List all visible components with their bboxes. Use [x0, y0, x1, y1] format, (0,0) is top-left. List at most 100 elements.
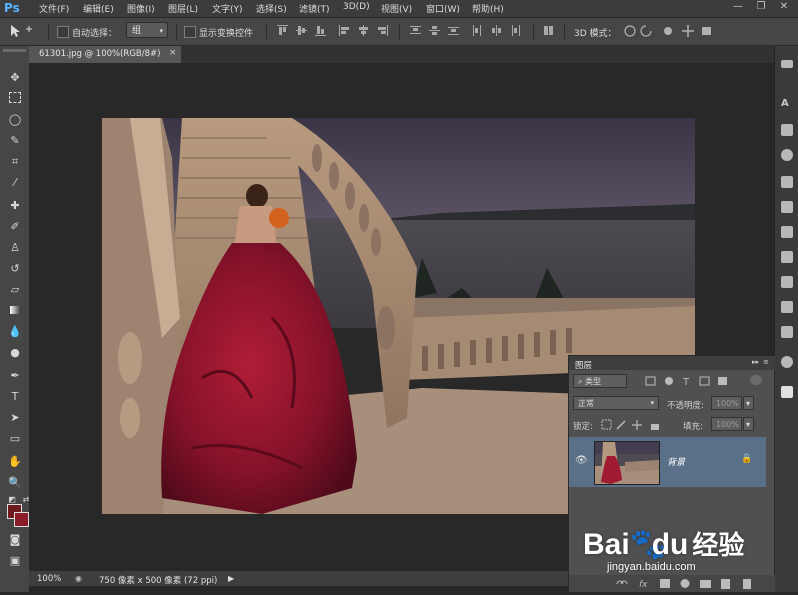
close-tab-icon[interactable]: ×: [169, 48, 177, 58]
styles-panel-icon[interactable]: [781, 326, 793, 338]
layers-panel-icon[interactable]: [781, 386, 793, 398]
shape-tool-icon[interactable]: ▭: [8, 432, 22, 446]
baidu-logo: Bai🐾du 经验: [583, 525, 744, 562]
collapse-panel-icon[interactable]: ▸▸: [752, 358, 759, 366]
dock-grip-icon: [781, 60, 793, 68]
menu-window[interactable]: 窗口(W): [426, 2, 460, 15]
quick-mask-icon[interactable]: ◙: [8, 533, 22, 547]
blend-mode-dropdown[interactable]: 正常 ▾: [573, 396, 659, 410]
align-bottom-icon[interactable]: [315, 25, 326, 36]
distribute-bottom-icon[interactable]: [448, 25, 459, 36]
panel-menu-icon[interactable]: ≡: [763, 358, 769, 366]
path-selection-tool-icon[interactable]: ➤: [8, 411, 22, 425]
gradient-tool-icon[interactable]: [8, 304, 22, 318]
align-vcenter-icon[interactable]: [296, 25, 307, 36]
menu-image[interactable]: 图像(I): [127, 2, 155, 15]
minimize-button[interactable]: —: [729, 1, 747, 15]
eyedropper-tool-icon[interactable]: ⁄: [8, 176, 22, 190]
type-tool-icon[interactable]: T: [8, 390, 22, 404]
paragraph-panel-icon[interactable]: [781, 124, 793, 136]
color-panel-icon[interactable]: [781, 356, 793, 368]
fill-label: 填充:: [683, 422, 703, 432]
auto-select-checkbox[interactable]: [57, 26, 69, 38]
distribute-hcenter-icon[interactable]: [491, 25, 502, 36]
layer-row[interactable]: 👁 背景 🔒: [569, 437, 766, 487]
distribute-vcenter-icon[interactable]: [429, 25, 440, 36]
menu-3d[interactable]: 3D(D): [343, 2, 370, 12]
distribute-right-icon[interactable]: [510, 25, 521, 36]
distribute-left-icon[interactable]: [472, 25, 483, 36]
menu-filter[interactable]: 滤镜(T): [299, 2, 330, 15]
dodge-tool-icon[interactable]: ●: [8, 346, 22, 360]
menu-select[interactable]: 选择(S): [256, 2, 287, 15]
opacity-label: 不透明度:: [667, 401, 704, 411]
layers-panel-title[interactable]: 图层: [575, 359, 592, 371]
blur-tool-icon[interactable]: 💧: [8, 325, 22, 339]
opacity-arrow[interactable]: ▾: [743, 396, 754, 410]
zoom-level[interactable]: 100%: [37, 574, 61, 584]
brush-panel-icon[interactable]: [781, 176, 793, 188]
properties-panel-icon[interactable]: [781, 226, 793, 238]
filter-toggle-icon[interactable]: [750, 375, 762, 385]
restore-button[interactable]: ❐: [752, 1, 770, 15]
move-tool-icon[interactable]: ✥: [8, 71, 22, 85]
menu-help[interactable]: 帮助(H): [472, 2, 504, 15]
layer-name[interactable]: 背景: [667, 455, 685, 468]
status-info-icon[interactable]: ◉: [75, 574, 82, 583]
auto-align-icon[interactable]: [543, 25, 554, 36]
close-button[interactable]: ✕: [775, 1, 793, 15]
quick-select-tool-icon[interactable]: ✎: [8, 134, 22, 148]
menu-type[interactable]: 文字(Y): [212, 2, 243, 15]
paw-icon: 🐾: [629, 528, 668, 561]
screen-mode-icon[interactable]: ▣: [8, 554, 22, 568]
clone-stamp-tool-icon[interactable]: ♙: [8, 241, 22, 255]
document-tab[interactable]: 61301.jpg @ 100%(RGB/8#) ×: [29, 46, 181, 63]
move-tool-icon[interactable]: [8, 23, 36, 39]
bouquet: [269, 208, 289, 228]
zoom-tool-icon[interactable]: 🔍: [8, 476, 22, 490]
separator: [48, 24, 49, 39]
fill-arrow[interactable]: ▾: [743, 417, 754, 431]
menu-file[interactable]: 文件(F): [39, 2, 69, 15]
menu-edit[interactable]: 编辑(E): [83, 2, 114, 15]
opacity-field[interactable]: 100%: [711, 396, 742, 410]
align-right-icon[interactable]: [377, 25, 388, 36]
align-top-icon[interactable]: [277, 25, 288, 36]
status-bar: 100% ◉ 750 像素 x 500 像素 (72 ppi) ▶: [29, 571, 568, 586]
paths-panel-icon[interactable]: [781, 301, 793, 313]
healing-brush-tool-icon[interactable]: ✚: [8, 199, 22, 213]
eraser-tool-icon[interactable]: ▱: [8, 283, 22, 297]
lock-icons[interactable]: [601, 419, 671, 431]
character-panel-icon[interactable]: A: [781, 98, 793, 110]
fill-field[interactable]: 100%: [711, 417, 742, 431]
layer-filter-dropdown[interactable]: ⌕ 类型: [573, 374, 627, 388]
show-transform-checkbox[interactable]: [184, 26, 196, 38]
brush-tool-icon[interactable]: ✐: [8, 220, 22, 234]
menu-view[interactable]: 视图(V): [381, 2, 412, 15]
menu-layer[interactable]: 图层(L): [168, 2, 198, 15]
background-color-swatch[interactable]: [14, 512, 29, 527]
separator: [533, 24, 534, 39]
align-left-icon[interactable]: [339, 25, 350, 36]
adjustments-panel-icon[interactable]: [781, 251, 793, 263]
auto-select-dropdown[interactable]: 组 ▾: [126, 22, 168, 38]
marquee-tool-icon[interactable]: [8, 92, 22, 106]
info-panel-icon[interactable]: [781, 276, 793, 288]
lock-all-icon: [651, 424, 659, 430]
toolbar-grip: [3, 49, 26, 52]
layer-thumbnail: [594, 441, 660, 485]
hand-tool-icon[interactable]: ✋: [8, 455, 22, 469]
lasso-tool-icon[interactable]: ◯: [8, 113, 22, 127]
history-panel-icon[interactable]: [781, 149, 793, 161]
pen-tool-icon[interactable]: ✒: [8, 369, 22, 383]
crop-tool-icon[interactable]: ⌗: [8, 155, 22, 169]
actions-panel-icon[interactable]: [781, 201, 793, 213]
distribute-top-icon[interactable]: [410, 25, 421, 36]
layer-filter-icons[interactable]: T: [645, 375, 745, 387]
eye-visibility-icon[interactable]: 👁: [575, 455, 588, 466]
status-menu-arrow-icon[interactable]: ▶: [228, 574, 234, 583]
history-brush-tool-icon[interactable]: ↺: [8, 262, 22, 276]
3d-mode-icons[interactable]: [622, 23, 717, 39]
3d-mode-label: 3D 模式：: [574, 29, 617, 39]
align-hcenter-icon[interactable]: [358, 25, 369, 36]
